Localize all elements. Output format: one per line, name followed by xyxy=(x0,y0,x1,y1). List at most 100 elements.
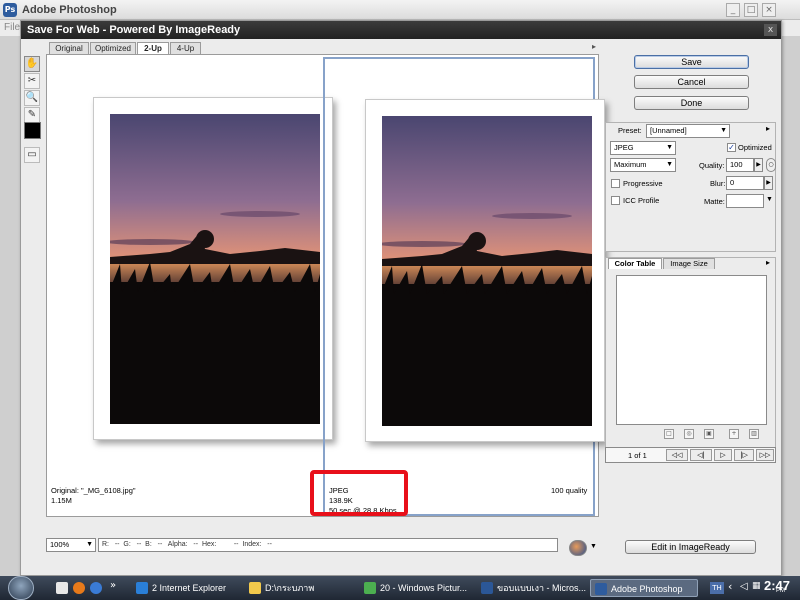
original-image-frame xyxy=(93,97,333,440)
tray-expand-icon[interactable]: ‹ xyxy=(728,580,732,593)
settings-menu-arrow-icon[interactable]: ▸ xyxy=(766,124,770,133)
task-label: ขอบแบบเงา - Micros... xyxy=(497,583,587,593)
chevron-down-icon: ▼ xyxy=(666,161,673,168)
compression-value: Maximum xyxy=(614,160,647,169)
new-color-icon[interactable]: + xyxy=(729,429,739,439)
original-filename: Original: "_MG_6108.jpg" xyxy=(51,486,136,495)
dialog-close-icon[interactable]: x xyxy=(764,24,777,36)
next-frame-icon[interactable]: |▷ xyxy=(734,449,754,461)
tab-image-size[interactable]: Image Size xyxy=(663,258,715,269)
quality-slider-arrow-icon[interactable]: ▶ xyxy=(754,158,763,172)
clock-ampm: PM xyxy=(776,588,785,594)
matte-dropdown[interactable] xyxy=(726,194,764,208)
hand-tool-icon[interactable]: ✋ xyxy=(24,56,40,72)
eyedropper-tool-icon[interactable]: ✎ xyxy=(24,107,40,123)
color-table-swatches[interactable] xyxy=(616,275,767,425)
task-label: D:\กระบภาพ xyxy=(265,583,315,593)
tab-color-table[interactable]: Color Table xyxy=(608,258,662,269)
original-sunset-photo xyxy=(110,114,320,424)
task-microsoft-word[interactable]: ขอบแบบเงา - Micros... xyxy=(477,579,587,597)
preview-area[interactable]: Original: "_MG_6108.jpg" 1.15M JPEG 138.… xyxy=(46,54,605,517)
volume-icon[interactable]: ◁ xyxy=(740,581,748,592)
quicklaunch-icon[interactable] xyxy=(90,582,102,594)
previous-frame-icon[interactable]: ◁| xyxy=(690,449,712,461)
slice-select-tool-icon[interactable]: ✂ xyxy=(24,73,40,89)
start-button[interactable] xyxy=(8,576,34,600)
language-indicator-icon[interactable]: TH xyxy=(710,582,724,594)
chevron-down-icon: ▼ xyxy=(666,144,673,151)
optimized-pane[interactable]: JPEG 138.9K 50 sec @ 28.8 Kbps 100 quali… xyxy=(323,57,605,516)
task-label: Adobe Photoshop xyxy=(611,584,683,594)
quality-input[interactable]: 100 xyxy=(726,158,754,172)
close-icon[interactable]: × xyxy=(762,3,776,17)
done-button[interactable]: Done xyxy=(634,96,749,110)
firefox-icon[interactable] xyxy=(73,582,85,594)
menu-file[interactable]: File xyxy=(4,22,20,33)
preset-dropdown[interactable]: [Unnamed] ▼ xyxy=(646,124,730,138)
sunset-photo-graphic xyxy=(110,114,320,424)
eyedropper-color-swatch[interactable] xyxy=(24,122,41,139)
color-readout: R: -- G: -- B: -- Alpha: -- Hex: -- Inde… xyxy=(98,538,558,552)
task-folder[interactable]: D:\กระบภาพ xyxy=(245,579,355,597)
chevron-down-icon: ▼ xyxy=(720,127,727,134)
tab-original[interactable]: Original xyxy=(49,42,89,54)
zoom-tool-icon[interactable]: 🔍 xyxy=(24,90,40,106)
chevron-down-icon[interactable]: ▼ xyxy=(590,543,597,550)
background-palettes xyxy=(782,36,800,576)
zoom-value: 100% xyxy=(50,540,70,549)
compression-dropdown[interactable]: Maximum ▼ xyxy=(610,158,676,172)
chevron-down-icon: ▼ xyxy=(86,541,93,548)
minimize-icon[interactable]: _ xyxy=(726,3,740,17)
optimized-quality: 100 quality xyxy=(551,486,588,495)
chevron-down-icon[interactable]: ▼ xyxy=(766,196,773,203)
optimized-label: Optimized xyxy=(738,143,772,152)
cancel-button[interactable]: Cancel xyxy=(634,75,749,89)
quality-link-icon[interactable]: ○ xyxy=(766,158,776,172)
play-icon[interactable]: ▷ xyxy=(714,449,732,461)
dialog-title: Save For Web - Powered By ImageReady xyxy=(27,24,241,36)
task-label: 20 - Windows Pictur... xyxy=(380,583,468,593)
format-dropdown[interactable]: JPEG ▼ xyxy=(610,141,676,155)
original-filesize: 1.15M xyxy=(51,496,72,505)
edit-in-imageready-button[interactable]: Edit in ImageReady xyxy=(625,540,756,554)
app-titlebar: Ps Adobe Photoshop _ □ × xyxy=(0,0,800,20)
network-icon[interactable]: ▦ xyxy=(752,581,761,591)
quicklaunch-expand-icon[interactable]: » xyxy=(110,580,116,591)
lock-color-icon[interactable]: ▣ xyxy=(704,429,714,439)
maximize-icon[interactable]: □ xyxy=(744,3,758,17)
pager-text: 1 of 1 xyxy=(628,451,647,460)
optimized-checkbox[interactable]: ✓ xyxy=(727,143,736,152)
status-bar: 100% ▼ R: -- G: -- B: -- Alpha: -- Hex: … xyxy=(46,538,599,554)
icc-profile-checkbox[interactable] xyxy=(611,196,620,205)
progressive-checkbox[interactable] xyxy=(611,179,620,188)
map-transparency-icon[interactable]: □ xyxy=(664,429,674,439)
original-pane[interactable]: Original: "_MG_6108.jpg" 1.15M xyxy=(49,57,333,516)
first-frame-icon[interactable]: ◁◁ xyxy=(666,449,688,461)
frame-pager: 1 of 1 ◁◁ ◁| ▷ |▷ ▷▷ xyxy=(605,447,776,463)
zoom-dropdown[interactable]: 100% ▼ xyxy=(46,538,96,552)
preset-label: Preset: xyxy=(618,126,642,135)
tab-optimized[interactable]: Optimized xyxy=(90,42,136,54)
trash-icon[interactable]: ▥ xyxy=(749,429,759,439)
color-table-menu-arrow-icon[interactable]: ▸ xyxy=(766,258,770,267)
task-windows-picture-viewer[interactable]: 20 - Windows Pictur... xyxy=(360,579,475,597)
tab-4-up[interactable]: 4-Up xyxy=(170,42,201,54)
blur-input[interactable]: 0 xyxy=(726,176,764,190)
task-adobe-photoshop[interactable]: Adobe Photoshop xyxy=(590,579,698,597)
browser-preview-icon[interactable] xyxy=(569,540,587,556)
blur-label: Blur: xyxy=(710,179,726,188)
quality-label: Quality: xyxy=(699,161,725,170)
web-shift-icon[interactable]: ◎ xyxy=(684,429,694,439)
background-toolbox xyxy=(0,36,20,576)
blur-slider-arrow-icon[interactable]: ▶ xyxy=(764,176,773,190)
toggle-slices-icon[interactable]: ▭ xyxy=(24,147,40,163)
save-button[interactable]: Save xyxy=(634,55,749,69)
last-frame-icon[interactable]: ▷▷ xyxy=(756,449,774,461)
optimized-image-frame xyxy=(365,99,605,442)
blur-value: 0 xyxy=(730,178,735,187)
icc-profile-label: ICC Profile xyxy=(623,196,660,205)
task-internet-explorer[interactable]: 2 Internet Explorer xyxy=(132,579,242,597)
tab-menu-arrow-icon[interactable]: ▸ xyxy=(592,42,596,51)
show-desktop-icon[interactable] xyxy=(56,582,68,594)
folder-icon xyxy=(249,582,261,594)
